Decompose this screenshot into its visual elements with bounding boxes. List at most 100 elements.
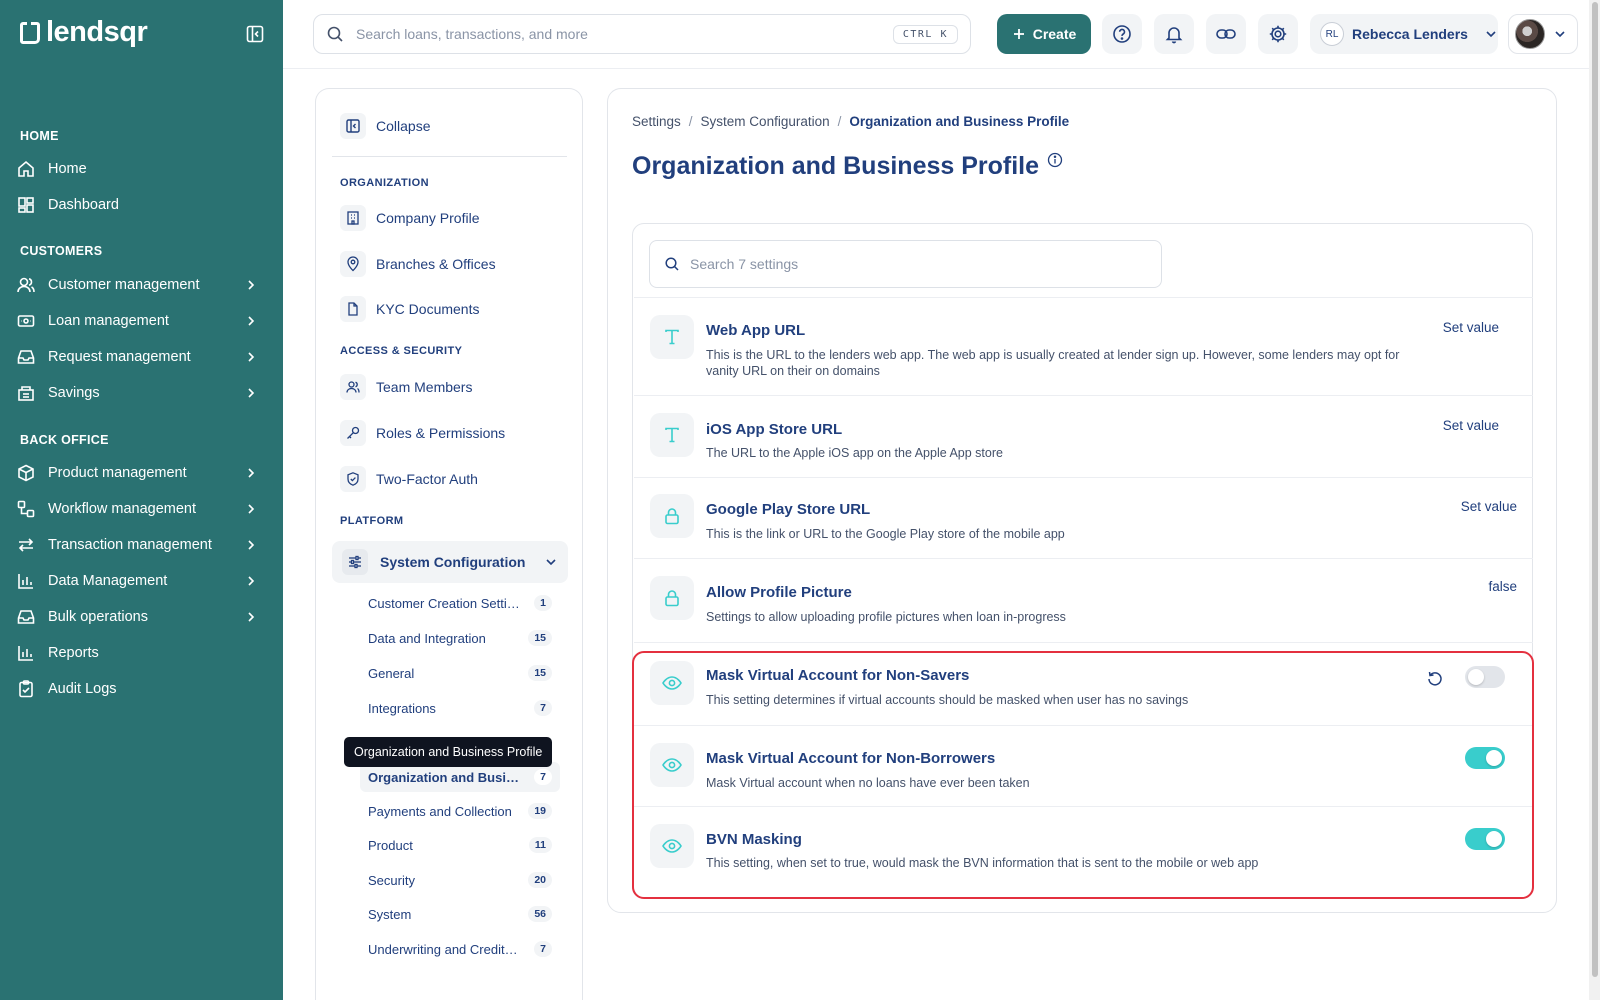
- setting-description: This is the URL to the lenders web app. …: [706, 348, 1400, 378]
- config-category[interactable]: Security 20: [360, 865, 560, 895]
- user-initials: RL: [1320, 22, 1344, 46]
- create-button[interactable]: Create: [997, 14, 1091, 54]
- setting-toggle[interactable]: [1465, 666, 1505, 688]
- subnav-two-factor-auth[interactable]: Two-Factor Auth: [340, 462, 570, 496]
- setting-row: Google Play Store URL This is the link o…: [634, 477, 1533, 558]
- config-category[interactable]: Integrations 7: [360, 693, 560, 723]
- reset-icon[interactable]: [1425, 669, 1445, 689]
- nav-workflow-management-label: Workflow management: [48, 501, 197, 517]
- page-scrollbar-thumb[interactable]: [1592, 2, 1598, 977]
- nav-reports-label: Reports: [48, 645, 99, 661]
- link-button[interactable]: [1206, 14, 1246, 54]
- count-badge: 7: [534, 769, 552, 785]
- set-value-link[interactable]: Set value: [1443, 418, 1499, 433]
- count-badge: 11: [528, 837, 552, 853]
- brand-logo[interactable]: lendsqr: [20, 18, 148, 47]
- subnav-kyc-documents[interactable]: KYC Documents: [340, 292, 570, 326]
- nav-data-management-label: Data Management: [48, 573, 168, 589]
- nav-data-management[interactable]: Data Management: [16, 566, 266, 596]
- collapse-settings-nav[interactable]: Collapse: [340, 109, 570, 143]
- subnav-roles-permissions-label: Roles & Permissions: [376, 425, 506, 441]
- nav-customer-management[interactable]: Customer management: [16, 270, 266, 300]
- setting-row: Mask Virtual Account for Non-Borrowers M…: [634, 725, 1533, 806]
- account-switcher[interactable]: RL Rebecca Lenders: [1310, 14, 1498, 54]
- info-icon[interactable]: [1047, 152, 1063, 168]
- nav-savings[interactable]: Savings: [16, 378, 266, 408]
- nav-bulk-operations[interactable]: Bulk operations: [16, 602, 266, 632]
- config-category[interactable]: Underwriting and Credit Scoring 7: [360, 934, 560, 964]
- nav-reports[interactable]: Reports: [16, 638, 266, 668]
- settings-button[interactable]: [1258, 14, 1298, 54]
- transfer-icon: [16, 535, 36, 555]
- setting-toggle[interactable]: [1465, 828, 1505, 850]
- page-title: Organization and Business Profile: [632, 152, 1063, 181]
- config-category[interactable]: General 15: [360, 658, 560, 688]
- global-search-input[interactable]: Search loans, transactions, and more CTR…: [313, 14, 971, 54]
- profile-menu[interactable]: [1508, 14, 1578, 54]
- lock-icon: [650, 494, 694, 538]
- setting-title: Allow Profile Picture: [706, 584, 852, 601]
- gear-icon: [1268, 24, 1288, 44]
- breadcrumb-system-configuration[interactable]: System Configuration: [701, 114, 830, 129]
- section-home: HOME: [20, 129, 59, 143]
- chevron-right-icon: [244, 314, 258, 328]
- help-icon: [1112, 24, 1132, 44]
- home-icon: [16, 159, 36, 179]
- users-icon: [16, 275, 36, 295]
- setting-row: Allow Profile Picture Settings to allow …: [634, 558, 1533, 642]
- text-icon: [650, 413, 694, 457]
- nav-loan-management[interactable]: Loan management: [16, 306, 266, 336]
- subnav-branches-offices-label: Branches & Offices: [376, 256, 496, 272]
- subnav-company-profile[interactable]: Company Profile: [340, 201, 570, 235]
- eye-icon: [650, 743, 694, 787]
- notifications-button[interactable]: [1154, 14, 1194, 54]
- setting-title: Mask Virtual Account for Non-Borrowers: [706, 750, 996, 767]
- config-category[interactable]: Data and Integration 15: [360, 623, 560, 653]
- location-pin-icon: [340, 251, 366, 277]
- set-value-link[interactable]: Set value: [1443, 320, 1499, 335]
- chevron-right-icon: [244, 466, 258, 480]
- nav-dashboard[interactable]: Dashboard: [16, 190, 266, 220]
- nav-request-management[interactable]: Request management: [16, 342, 266, 372]
- nav-home[interactable]: Home: [16, 154, 266, 184]
- page-title-text: Organization and Business Profile: [632, 152, 1040, 180]
- config-category[interactable]: System 56: [360, 899, 560, 929]
- setting-toggle[interactable]: [1465, 747, 1505, 769]
- nav-workflow-management[interactable]: Workflow management: [16, 494, 266, 524]
- savings-icon: [16, 383, 36, 403]
- subnav-system-configuration-label: System Configuration: [380, 554, 526, 570]
- setting-row: Web App URL This is the URL to the lende…: [634, 297, 1533, 395]
- set-value-link[interactable]: Set value: [1461, 499, 1517, 514]
- config-category[interactable]: Payments and Collection 19: [360, 796, 560, 826]
- subnav-team-members[interactable]: Team Members: [340, 370, 570, 404]
- inbox-icon: [16, 607, 36, 627]
- config-category[interactable]: Customer Creation Settings 1: [360, 588, 560, 618]
- count-badge: 7: [534, 700, 552, 716]
- subnav-roles-permissions[interactable]: Roles & Permissions: [340, 416, 570, 450]
- breadcrumb: Settings / System Configuration / Organi…: [632, 114, 1069, 129]
- users-icon: [340, 374, 366, 400]
- setting-description: Settings to allow uploading profile pict…: [706, 610, 1066, 624]
- subnav-system-configuration[interactable]: System Configuration: [332, 541, 568, 583]
- config-category[interactable]: Product 11: [360, 830, 560, 860]
- setting-value[interactable]: false: [1488, 579, 1517, 594]
- search-icon: [326, 25, 344, 43]
- config-category-label: System: [368, 906, 412, 922]
- toggle-knob: [1486, 831, 1502, 847]
- collapse-sidebar-icon[interactable]: [245, 24, 265, 44]
- collapse-icon: [340, 113, 366, 139]
- setting-description: This is the link or URL to the Google Pl…: [706, 527, 1065, 541]
- nav-product-management[interactable]: Product management: [16, 458, 266, 488]
- nav-audit-logs[interactable]: Audit Logs: [16, 674, 266, 704]
- plus-icon: [1012, 27, 1026, 41]
- chevron-down-icon: [1484, 27, 1498, 41]
- nav-transaction-management[interactable]: Transaction management: [16, 530, 266, 560]
- nav-loan-management-label: Loan management: [48, 313, 169, 329]
- breadcrumb-settings[interactable]: Settings: [632, 114, 681, 129]
- settings-search-input[interactable]: Search 7 settings: [649, 240, 1162, 288]
- help-button[interactable]: [1102, 14, 1142, 54]
- eye-icon: [650, 824, 694, 868]
- document-icon: [340, 296, 366, 322]
- subnav-branches-offices[interactable]: Branches & Offices: [340, 247, 570, 281]
- workflow-icon: [16, 499, 36, 519]
